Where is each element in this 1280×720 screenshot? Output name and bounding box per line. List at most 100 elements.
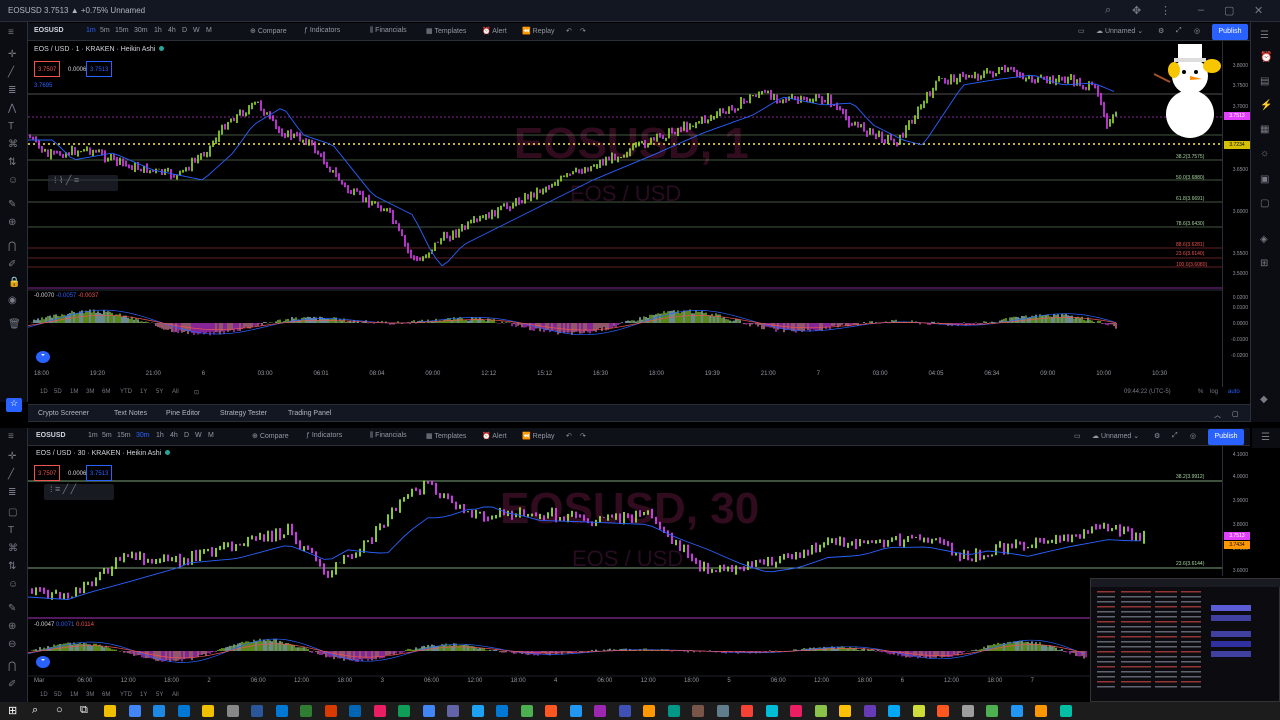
stay-drawing-icon[interactable]: ✐ (8, 260, 16, 270)
taskbar-app-icon[interactable] (398, 705, 410, 717)
alerts-icon[interactable]: ⏰ (1260, 52, 1272, 63)
interval-5m[interactable]: 5m (100, 27, 110, 34)
taskbar-app-icon[interactable] (986, 705, 998, 717)
layout-icon[interactable]: ▭ (1078, 27, 1085, 35)
search-icon[interactable]: ⌕ (32, 704, 38, 717)
range-3m[interactable]: 3M (86, 389, 94, 395)
taskbar-app-icon[interactable] (667, 705, 680, 717)
taskbar-app-icon[interactable] (692, 705, 704, 717)
sell-price-box[interactable]: 3.7507 (34, 61, 61, 77)
drawing-floating-toolbar[interactable]: ⁞ ⌇ ╱ ≡ (48, 175, 118, 191)
trash-icon[interactable]: 🗑 (8, 320, 21, 330)
start-icon[interactable]: ⊞ (8, 704, 17, 717)
watchlist-icon-2[interactable]: ☰ (1252, 428, 1280, 448)
taskbar-app-icon[interactable] (863, 705, 876, 717)
ruler-icon[interactable]: ✎ (8, 604, 16, 614)
replay-button[interactable]: ⏪ Replay (522, 27, 554, 35)
interval-1m[interactable]: 1m (86, 27, 96, 34)
taskbar-app-icon[interactable] (128, 705, 141, 717)
taskbar-app-icon[interactable] (912, 705, 925, 717)
compare-button[interactable]: ⊕ Compare (252, 432, 289, 440)
star-icon[interactable]: ☆ (6, 398, 22, 412)
interval-4h[interactable]: 4h (168, 27, 176, 34)
cortana-icon[interactable]: ○ (56, 704, 63, 716)
fib-icon[interactable]: ≣ (8, 86, 16, 96)
taskbar-app-icon[interactable] (888, 705, 900, 717)
taskbar-app-icon[interactable] (814, 705, 827, 717)
interval-30m[interactable]: 30m (136, 432, 150, 439)
range-6m[interactable]: 6M (102, 692, 110, 698)
interval-m[interactable]: M (206, 27, 212, 34)
publish-button[interactable]: Publish (1208, 429, 1244, 445)
range-1y[interactable]: 1Y (140, 389, 147, 395)
alert-button[interactable]: ⏰ Alert (482, 27, 507, 35)
taskbar-app-icon[interactable] (790, 705, 802, 717)
interval-15m[interactable]: 15m (117, 432, 131, 439)
range-5y[interactable]: 5Y (156, 692, 163, 698)
taskbar-app-icon[interactable] (741, 705, 753, 717)
taskbar-app-icon[interactable] (643, 705, 655, 717)
crosshair-icon[interactable]: ✛ (8, 452, 16, 462)
goto-date-icon[interactable]: ⊡ (194, 389, 199, 396)
camera-icon[interactable]: ◎ (1194, 27, 1200, 35)
tab-crypto-screener[interactable]: Crypto Screener (38, 410, 89, 417)
undo-icon[interactable]: ↶ (566, 432, 572, 440)
fib-icon[interactable]: ≣ (8, 488, 16, 498)
taskbar-app-icon[interactable] (937, 705, 949, 717)
camera-icon[interactable]: ◎ (1190, 432, 1196, 440)
redo-icon[interactable]: ↷ (580, 432, 586, 440)
range-5d[interactable]: 5D (54, 389, 62, 395)
zoom-out-icon[interactable]: ⊖ (8, 640, 16, 650)
maximize-panel-icon[interactable]: ▢ (1232, 410, 1239, 418)
top-chart-pane[interactable]: EOSUSD, 1 EOS / USD EOS / USD · 1 · KRAK… (28, 41, 1250, 387)
lock-icon[interactable]: ✐ (8, 680, 16, 690)
taskbar-app-icon[interactable] (275, 705, 288, 717)
range-1d[interactable]: 1D (40, 692, 48, 698)
text-icon[interactable]: T (8, 122, 14, 132)
bottom-time-axis[interactable]: Mar 06:00 12:00 18:00 2 06:00 12:00 18:00 3 06:00… (28, 678, 1088, 688)
data-window-icon[interactable]: ▤ (1260, 76, 1269, 87)
taskbar-app-icon[interactable] (202, 705, 214, 717)
sell-price-box[interactable]: 3.7507 (34, 465, 61, 481)
range-ytd[interactable]: YTD (120, 389, 132, 395)
taskbar-app-icon[interactable] (177, 705, 190, 717)
chats-icon[interactable]: ▢ (1260, 198, 1269, 209)
taskbar-app-icon[interactable] (618, 705, 631, 717)
symbol-search-2[interactable]: EOSUSD (36, 432, 66, 439)
interval-1h[interactable]: 1h (154, 27, 162, 34)
compare-button[interactable]: ⊕ Compare (250, 27, 287, 35)
calendar-icon[interactable]: ▦ (1260, 124, 1269, 135)
taskbar-app-icon[interactable] (1035, 705, 1047, 717)
prediction-icon[interactable]: ⇅ (8, 158, 16, 168)
publish-button[interactable]: Publish (1212, 24, 1248, 40)
taskbar-app-icon[interactable] (251, 705, 263, 717)
more-icon[interactable]: ⋮ (1160, 4, 1171, 17)
interval-w[interactable]: W (195, 432, 202, 439)
financials-button[interactable]: ⫼ Financials (370, 432, 407, 440)
range-1m[interactable]: 1M (70, 389, 78, 395)
tab-trading-panel[interactable]: Trading Panel (288, 410, 331, 417)
fullscreen-icon[interactable]: ⤢ (1176, 27, 1182, 35)
layout-icon[interactable]: ▭ (1074, 432, 1081, 440)
taskbar-app-icon[interactable] (471, 705, 484, 717)
settings-icon[interactable]: ⚙ (1158, 27, 1164, 35)
zoom-icon[interactable]: ⊕ (8, 622, 16, 632)
tab-pine-editor[interactable]: Pine Editor (166, 410, 200, 417)
taskbar-app-icon[interactable] (1059, 705, 1072, 717)
pattern-icon[interactable]: ⌘ (8, 544, 18, 554)
taskbar-app-icon[interactable] (373, 705, 386, 717)
templates-button[interactable]: ▦ Templates (426, 432, 466, 440)
taskbar-app-icon[interactable] (496, 705, 508, 717)
settings-icon[interactable]: ⚙ (1154, 432, 1160, 440)
layout-name[interactable]: ☁ Unnamed ⌄ (1092, 432, 1139, 440)
maximize-icon[interactable]: ▢ (1224, 4, 1234, 17)
search-icon[interactable]: ⌕ (1105, 4, 1111, 17)
fullscreen-icon[interactable]: ⤢ (1172, 432, 1178, 440)
zoom-icon[interactable]: ⊕ (8, 218, 16, 228)
text-icon[interactable]: T (8, 526, 14, 536)
macd-settings-icon[interactable]: ◒ (36, 351, 50, 363)
interval-15m[interactable]: 15m (115, 27, 129, 34)
taskbar-app-icon[interactable] (569, 705, 582, 717)
taskbar-app-icon[interactable] (1010, 705, 1023, 717)
taskbar-app-icon[interactable] (447, 705, 459, 717)
